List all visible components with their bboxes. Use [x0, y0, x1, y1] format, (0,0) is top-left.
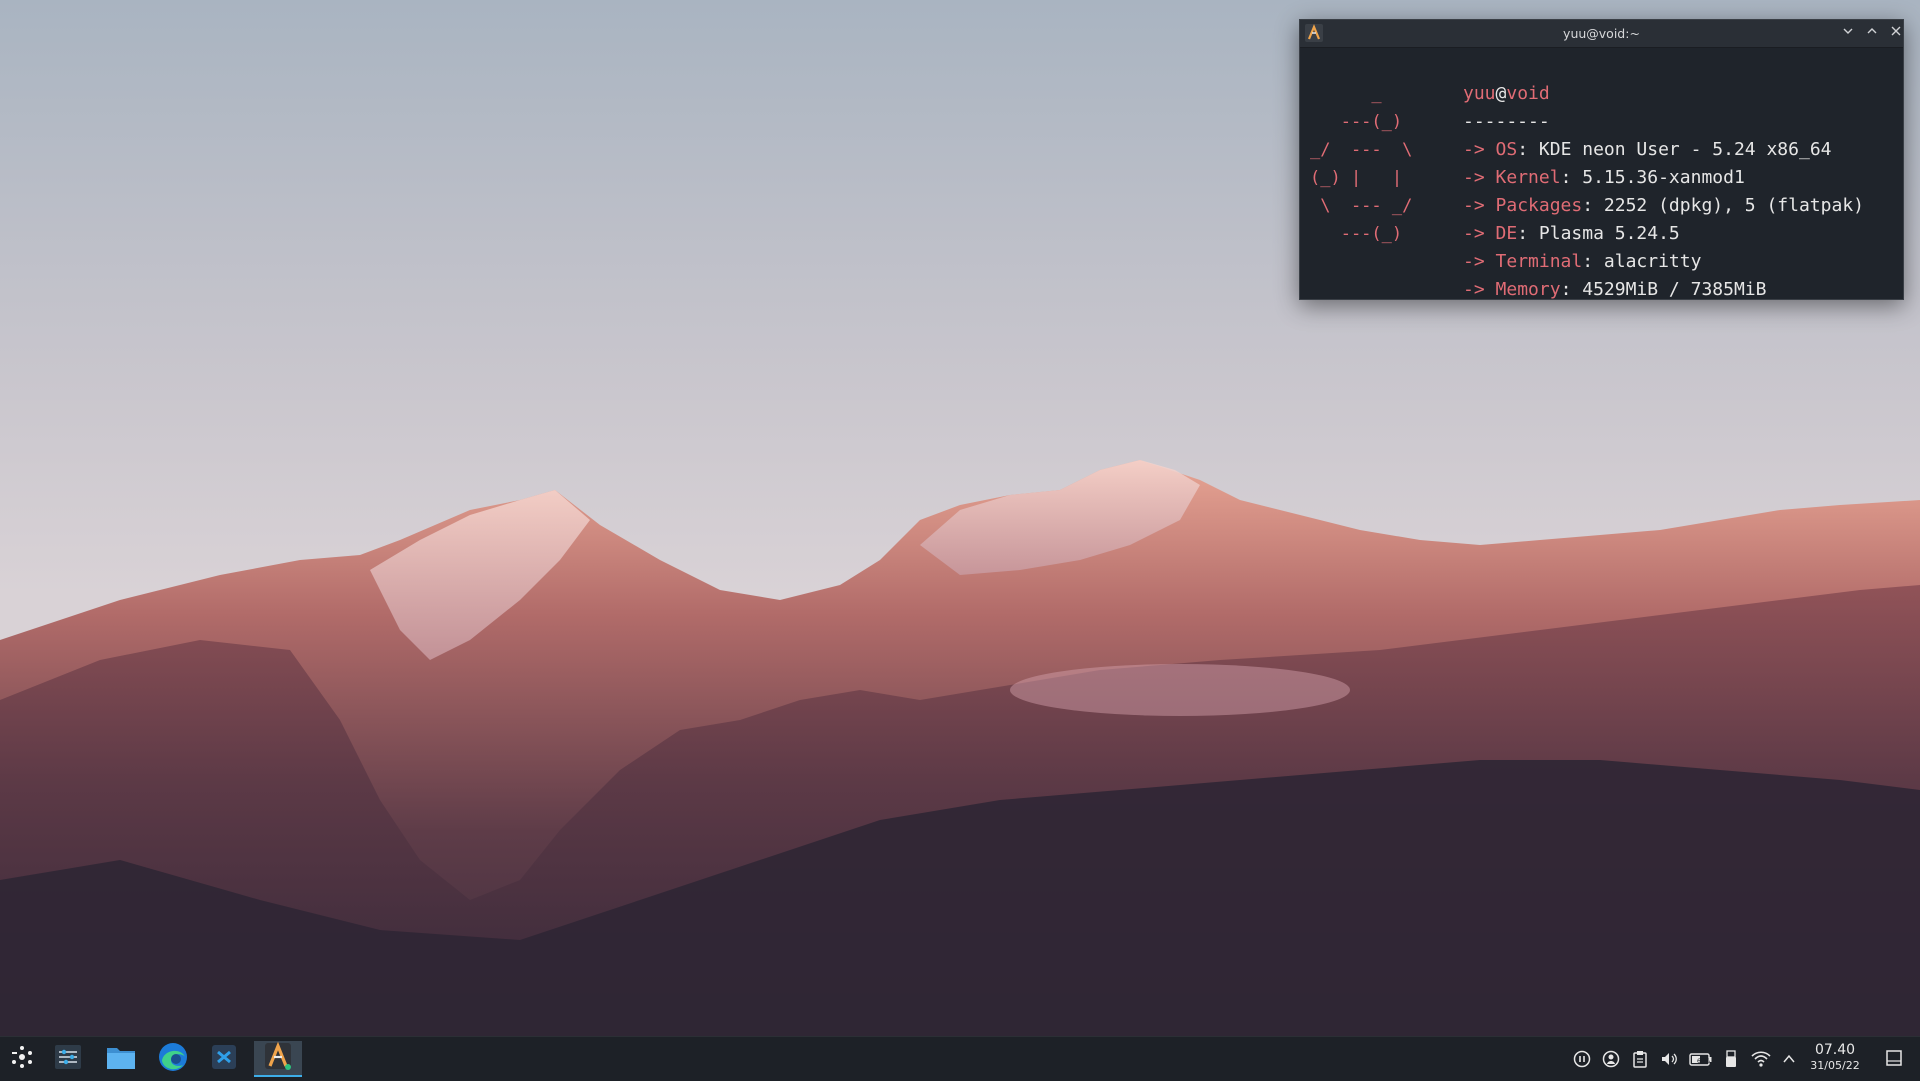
- account-icon[interactable]: [1601, 1049, 1621, 1069]
- arrow: ->: [1463, 139, 1485, 160]
- digital-clock[interactable]: 07.40 31/05/22: [1804, 1042, 1866, 1073]
- separator-line: --------: [1463, 111, 1550, 132]
- info-packages: -> Packages: 2252 (dpkg), 5 (flatpak): [1463, 192, 1864, 220]
- system-settings-button[interactable]: [46, 1041, 90, 1077]
- file-manager-icon: [105, 1042, 137, 1076]
- taskbar: 62% 07.40 31/05/22: [0, 1036, 1920, 1081]
- window-titlebar[interactable]: yuu@void:~: [1300, 20, 1903, 48]
- application-launcher-button[interactable]: [0, 1041, 44, 1077]
- arrow: ->: [1463, 279, 1485, 300]
- edge-browser-button[interactable]: [151, 1041, 195, 1077]
- info-value: : Plasma 5.24.5: [1517, 223, 1680, 244]
- clipboard-icon[interactable]: [1630, 1049, 1650, 1069]
- hostname: void: [1506, 83, 1550, 104]
- info-key: Terminal: [1495, 251, 1583, 272]
- arrow: ->: [1463, 167, 1485, 188]
- username: yuu: [1463, 83, 1496, 104]
- battery-icon[interactable]: 62%: [1689, 1049, 1713, 1069]
- chevron-down-icon[interactable]: [1838, 24, 1858, 44]
- info-key: Memory: [1495, 279, 1561, 300]
- show-desktop-icon[interactable]: [1884, 1048, 1904, 1068]
- arrow: ->: [1463, 223, 1485, 244]
- file-manager-button[interactable]: [99, 1041, 143, 1077]
- edge-browser-icon: [157, 1041, 189, 1077]
- application-launcher-icon: [9, 1044, 35, 1074]
- wifi-icon[interactable]: [1751, 1049, 1771, 1069]
- info-key: Kernel: [1495, 167, 1561, 188]
- info-os: -> OS: KDE neon User - 5.24 x86_64: [1463, 136, 1864, 164]
- terminal-window[interactable]: yuu@void:~ _ ---(_) _/ --- \ (_) | | \ -…: [1299, 19, 1904, 300]
- arrow: ->: [1463, 195, 1485, 216]
- clock-date: 31/05/22: [1810, 1059, 1860, 1072]
- usb-icon[interactable]: [1721, 1049, 1741, 1069]
- info-key: OS: [1495, 139, 1518, 160]
- close-icon[interactable]: [1886, 24, 1906, 44]
- info-value: : 2252 (dpkg), 5 (flatpak): [1582, 195, 1864, 216]
- info-de: -> DE: Plasma 5.24.5: [1463, 220, 1864, 248]
- expand-tray-icon[interactable]: [1779, 1049, 1799, 1069]
- terminal-body[interactable]: _ ---(_) _/ --- \ (_) | | \ --- _/ ---(_…: [1300, 48, 1903, 300]
- window-title: yuu@void:~: [1563, 26, 1640, 41]
- info-kernel: -> Kernel: 5.15.36-xanmod1: [1463, 164, 1864, 192]
- distro-ascii-logo: _ ---(_) _/ --- \ (_) | | \ --- _/ ---(_…: [1310, 84, 1413, 244]
- volume-icon[interactable]: [1659, 1049, 1679, 1069]
- alacritty-taskbar-button[interactable]: [254, 1041, 302, 1077]
- info-terminal: -> Terminal: alacritty: [1463, 248, 1864, 276]
- chevron-up-icon[interactable]: [1862, 24, 1882, 44]
- info-value: : 4529MiB / 7385MiB: [1560, 279, 1767, 300]
- info-value: : 5.15.36-xanmod1: [1560, 167, 1745, 188]
- media-pause-icon[interactable]: [1572, 1049, 1592, 1069]
- info-value: : alacritty: [1582, 251, 1702, 272]
- info-memory: -> Memory: 4529MiB / 7385MiB: [1463, 276, 1864, 304]
- system-settings-icon: [53, 1042, 83, 1076]
- vscode-button[interactable]: [202, 1041, 246, 1077]
- at-sign: @: [1495, 83, 1507, 104]
- vscode-icon: [210, 1043, 238, 1075]
- user-host-line: yuu@void: [1463, 80, 1864, 108]
- fetch-info: yuu@void -------- -> OS: KDE neon User -…: [1463, 80, 1864, 304]
- clock-time: 07.40: [1814, 1042, 1856, 1058]
- battery-level: 62%: [1697, 1058, 1711, 1065]
- info-value: : KDE neon User - 5.24 x86_64: [1517, 139, 1832, 160]
- arrow: ->: [1463, 251, 1485, 272]
- info-key: DE: [1495, 223, 1518, 244]
- info-key: Packages: [1495, 195, 1583, 216]
- alacritty-icon: [263, 1041, 293, 1075]
